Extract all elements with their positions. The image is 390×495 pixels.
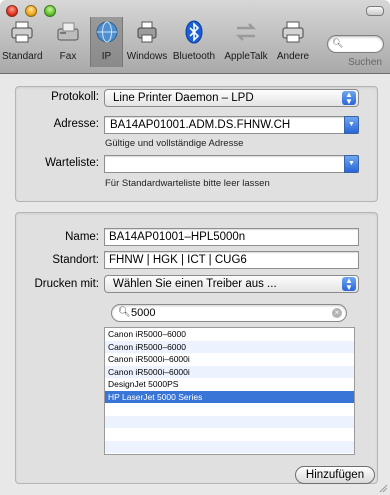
chevron-down-icon[interactable]: ▼ <box>344 116 359 134</box>
driver-search-field[interactable]: 🔍︎ 5000 × <box>111 304 347 322</box>
location-field[interactable]: FHNW | HGK | ICT | CUG6 <box>104 251 359 269</box>
driver-label: Drucken mit: <box>34 278 99 290</box>
minimize-window-button[interactable] <box>25 5 37 17</box>
address-label: Adresse: <box>53 118 99 130</box>
appletalk-icon <box>235 23 257 41</box>
toolbar-search-field[interactable]: 🔍︎ <box>327 35 384 53</box>
name-field[interactable]: BA14AP01001–HPL5000n <box>104 228 359 246</box>
queue-label: Warteliste: <box>45 157 99 169</box>
popup-arrows-icon: ▲ ▼ <box>342 277 356 292</box>
toolbar-item-label: IP <box>101 51 112 62</box>
globe-icon <box>96 21 117 43</box>
toolbar-item-standard[interactable]: Standard <box>2 17 43 67</box>
driver-list: Canon iR5000–6000 Canon iR5000–6000 Cano… <box>104 327 355 455</box>
popup-arrows-icon: ▲ ▼ <box>342 91 356 106</box>
queue-combobox[interactable]: ▼ <box>104 155 359 173</box>
driver-list-item[interactable]: Canon iR5000–6000 <box>105 340 354 353</box>
toolbar: Standard Fax IP Windows Bluetooth AppleT… <box>0 0 390 74</box>
address-combobox[interactable]: BA14AP01001.ADM.DS.FHNW.CH ▼ <box>104 116 359 134</box>
add-button[interactable]: Hinzufügen <box>295 466 375 484</box>
toolbar-item-label: Standard <box>2 51 43 62</box>
name-value: BA14AP01001–HPL5000n <box>109 231 246 243</box>
bluetooth-icon <box>185 20 203 44</box>
toolbar-item-windows[interactable]: Windows <box>124 17 170 67</box>
empty-list-row <box>105 440 354 453</box>
driver-value: Wählen Sie einen Treiber aus ... <box>113 278 277 290</box>
driver-search-value: 5000 <box>131 307 156 319</box>
protocol-label: Protokoll: <box>51 91 99 103</box>
fax-icon <box>57 22 79 41</box>
printer-icon <box>11 21 33 43</box>
name-label: Name: <box>65 231 99 243</box>
chevron-down-icon[interactable]: ▼ <box>344 155 359 173</box>
protocol-value: Line Printer Daemon – LPD <box>113 92 254 104</box>
search-icon: 🔍︎ <box>332 38 344 48</box>
add-printer-window: Standard Fax IP Windows Bluetooth AppleT… <box>0 0 390 495</box>
windows-printer-icon <box>137 21 157 43</box>
queue-hint: Für Standardwarteliste bitte leer lassen <box>105 178 270 189</box>
close-window-button[interactable] <box>6 5 18 17</box>
location-value: FHNW | HGK | ICT | CUG6 <box>109 254 247 266</box>
driver-list-item-selected[interactable]: HP LaserJet 5000 Series <box>105 390 354 403</box>
toolbar-item-appletalk[interactable]: AppleTalk <box>221 17 271 67</box>
empty-list-row <box>105 428 354 441</box>
empty-list-row <box>105 415 354 428</box>
toolbar-item-label: Bluetooth <box>172 51 216 62</box>
driver-popup[interactable]: Wählen Sie einen Treiber aus ... ▲ ▼ <box>104 275 359 293</box>
printer-icon <box>282 21 304 43</box>
search-icon: 🔍︎ <box>118 307 131 318</box>
location-label: Standort: <box>52 254 99 266</box>
zoom-window-button[interactable] <box>44 5 56 17</box>
driver-list-item[interactable]: DesignJet 5000PS <box>105 378 354 391</box>
toolbar-item-andere[interactable]: Andere <box>273 17 313 67</box>
driver-list-item[interactable]: Canon iR5000–6000 <box>105 328 354 341</box>
toolbar-search-label: Suchen <box>348 57 382 68</box>
toolbar-item-label: AppleTalk <box>224 51 268 62</box>
toolbar-item-fax[interactable]: Fax <box>48 17 88 67</box>
empty-list-row <box>105 403 354 416</box>
toolbar-item-label: Andere <box>276 51 310 62</box>
clear-search-icon[interactable]: × <box>332 308 342 318</box>
toolbar-item-bluetooth[interactable]: Bluetooth <box>171 17 217 67</box>
toolbar-item-label: Windows <box>126 51 168 62</box>
address-value: BA14AP01001.ADM.DS.FHNW.CH <box>110 119 291 131</box>
protocol-popup[interactable]: Line Printer Daemon – LPD ▲ ▼ <box>104 89 359 107</box>
resize-grip-icon[interactable] <box>378 483 388 493</box>
toolbar-toggle-button[interactable] <box>366 6 384 16</box>
toolbar-item-ip[interactable]: IP <box>90 17 123 67</box>
toolbar-item-label: Fax <box>59 51 77 62</box>
address-hint: Gültige und vollständige Adresse <box>105 138 244 149</box>
driver-list-item[interactable]: Canon iR5000i–6000i <box>105 365 354 378</box>
driver-list-item[interactable]: Canon iR5000i–6000i <box>105 353 354 366</box>
